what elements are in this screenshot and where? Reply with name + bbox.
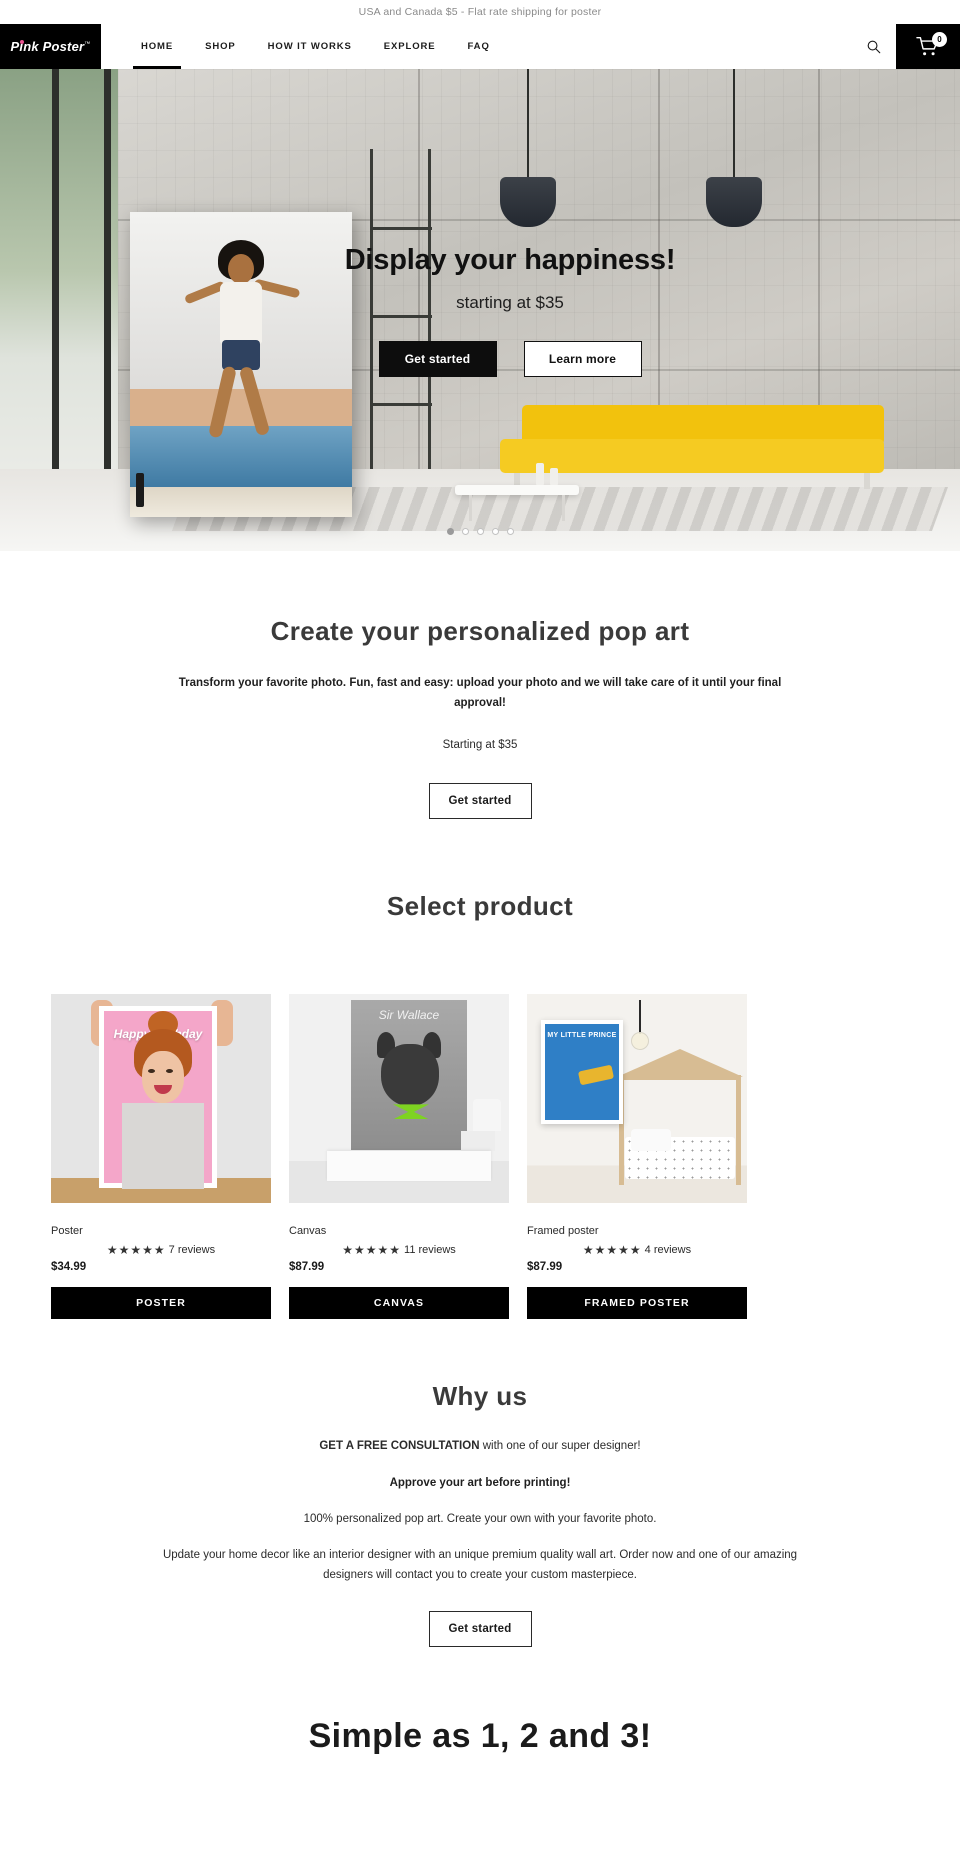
star-rating-icon: ★★★★★ (342, 1243, 402, 1258)
carousel-dots (0, 528, 960, 535)
review-count: 11 reviews (404, 1244, 456, 1257)
canvas-art-caption: Sir Wallace (378, 1008, 440, 1023)
product-select-button-poster[interactable]: POSTER (51, 1287, 271, 1320)
cart-button[interactable]: 0 (896, 24, 960, 69)
product-image-poster[interactable]: Happy Birthday (51, 994, 271, 1204)
main-nav: HOME SHOP HOW IT WORKS EXPLORE FAQ (101, 24, 850, 69)
why-us-line-4: Update your home decor like an interior … (162, 1548, 798, 1581)
product-image-canvas[interactable]: Sir Wallace (289, 994, 509, 1204)
product-name: Poster (51, 1225, 83, 1238)
product-rating: ★★★★★ 7 reviews (51, 1243, 271, 1257)
carousel-dot-5[interactable] (506, 528, 514, 535)
nav-label: HOW IT WORKS (267, 41, 352, 52)
carousel-dot-3[interactable] (476, 528, 484, 535)
why-us-line-1-rest: with one of our super designer! (479, 1440, 641, 1453)
hero-button-group: Get started Learn more (378, 340, 642, 377)
announcement-text: USA and Canada $5 - Flat rate shipping f… (358, 6, 602, 18)
hero-subtitle: starting at $35 (456, 292, 564, 312)
simple-steps-section: Simple as 1, 2 and 3! (0, 1647, 960, 1776)
header-actions: 0 (850, 24, 960, 69)
logo-text: Pink Poster™ (11, 39, 91, 54)
why-us-title: Why us (432, 1381, 528, 1412)
intro-body: Transform your favorite photo. Fun, fast… (178, 677, 782, 710)
why-us-line-1-strong: GET A FREE CONSULTATION (319, 1440, 480, 1453)
hero-get-started-button[interactable]: Get started (378, 340, 497, 377)
nav-item-how-it-works[interactable]: HOW IT WORKS (252, 24, 368, 69)
product-select-button-framed-poster[interactable]: FRAMED POSTER (527, 1287, 747, 1320)
site-header: Pink Poster™ HOME SHOP HOW IT WORKS EXPL… (0, 24, 960, 69)
product-price: $87.99 (289, 1261, 325, 1274)
hero-content: Display your happiness! starting at $35 … (0, 69, 960, 551)
intro-section: Create your personalized pop art Transfo… (0, 551, 960, 820)
nav-label: EXPLORE (383, 41, 436, 52)
why-us-line-2: Approve your art before printing! (389, 1476, 571, 1489)
framed-poster-art-caption: MY LITTLE PRINCE (547, 1032, 617, 1040)
carousel-dot-2[interactable] (461, 528, 469, 535)
search-icon (867, 40, 880, 54)
star-rating-icon: ★★★★★ (106, 1243, 166, 1258)
product-price: $87.99 (527, 1261, 563, 1274)
review-count: 4 reviews (644, 1244, 692, 1257)
carousel-dot-4[interactable] (491, 528, 499, 535)
hero-learn-more-button[interactable]: Learn more (523, 340, 642, 377)
product-grid: Happy Birthday Poster ★★★★★ 7 reviews $3… (0, 994, 960, 1320)
nav-label: HOME (141, 41, 174, 52)
intro-price-note: Starting at $35 (442, 739, 518, 752)
intro-title: Create your personalized pop art (270, 616, 690, 646)
nav-item-explore[interactable]: EXPLORE (368, 24, 452, 69)
why-us-line-3: 100% personalized pop art. Create your o… (303, 1512, 657, 1525)
product-select-button-canvas[interactable]: CANVAS (289, 1287, 509, 1320)
product-rating: ★★★★★ 4 reviews (527, 1243, 747, 1257)
search-button[interactable] (850, 24, 896, 69)
review-count: 7 reviews (168, 1244, 216, 1257)
logo-trademark: ™ (84, 41, 91, 48)
why-us-get-started-button[interactable]: Get started (428, 1611, 532, 1647)
nav-item-faq[interactable]: FAQ (452, 24, 506, 69)
hero-title: Display your happiness! (344, 243, 676, 276)
nav-item-home[interactable]: HOME (125, 24, 189, 69)
why-us-section: Why us GET A FREE CONSULTATION with one … (0, 1319, 960, 1647)
carousel-dot-1[interactable] (446, 528, 454, 535)
logo[interactable]: Pink Poster™ (0, 24, 101, 69)
nav-label: FAQ (467, 41, 490, 52)
nav-label: SHOP (205, 41, 236, 52)
logo-pink-dot-icon (19, 40, 24, 44)
nav-item-shop[interactable]: SHOP (189, 24, 252, 69)
product-image-framed-poster[interactable]: MY LITTLE PRINCE (527, 994, 747, 1204)
product-price: $34.99 (51, 1261, 87, 1274)
product-rating: ★★★★★ 11 reviews (289, 1243, 509, 1257)
hero-carousel: Display your happiness! starting at $35 … (0, 69, 960, 551)
announcement-bar: USA and Canada $5 - Flat rate shipping f… (0, 0, 960, 24)
cart-count-badge: 0 (932, 32, 947, 47)
why-us-line-1: GET A FREE CONSULTATION with one of our … (150, 1436, 810, 1456)
star-rating-icon: ★★★★★ (582, 1243, 642, 1258)
simple-steps-title: Simple as 1, 2 and 3! (308, 1717, 652, 1755)
select-product-section: Select product (0, 819, 960, 922)
product-card-framed-poster[interactable]: MY LITTLE PRINCE Framed poster ★★★★★ 4 r… (527, 994, 747, 1320)
product-card-poster[interactable]: Happy Birthday Poster ★★★★★ 7 reviews $3… (51, 994, 271, 1320)
intro-get-started-button[interactable]: Get started (428, 783, 532, 820)
select-product-title: Select product (386, 891, 574, 922)
product-name: Canvas (289, 1225, 327, 1238)
product-name: Framed poster (527, 1225, 599, 1238)
product-card-canvas[interactable]: Sir Wallace Canvas ★★★★★ 11 reviews $87.… (289, 994, 509, 1320)
